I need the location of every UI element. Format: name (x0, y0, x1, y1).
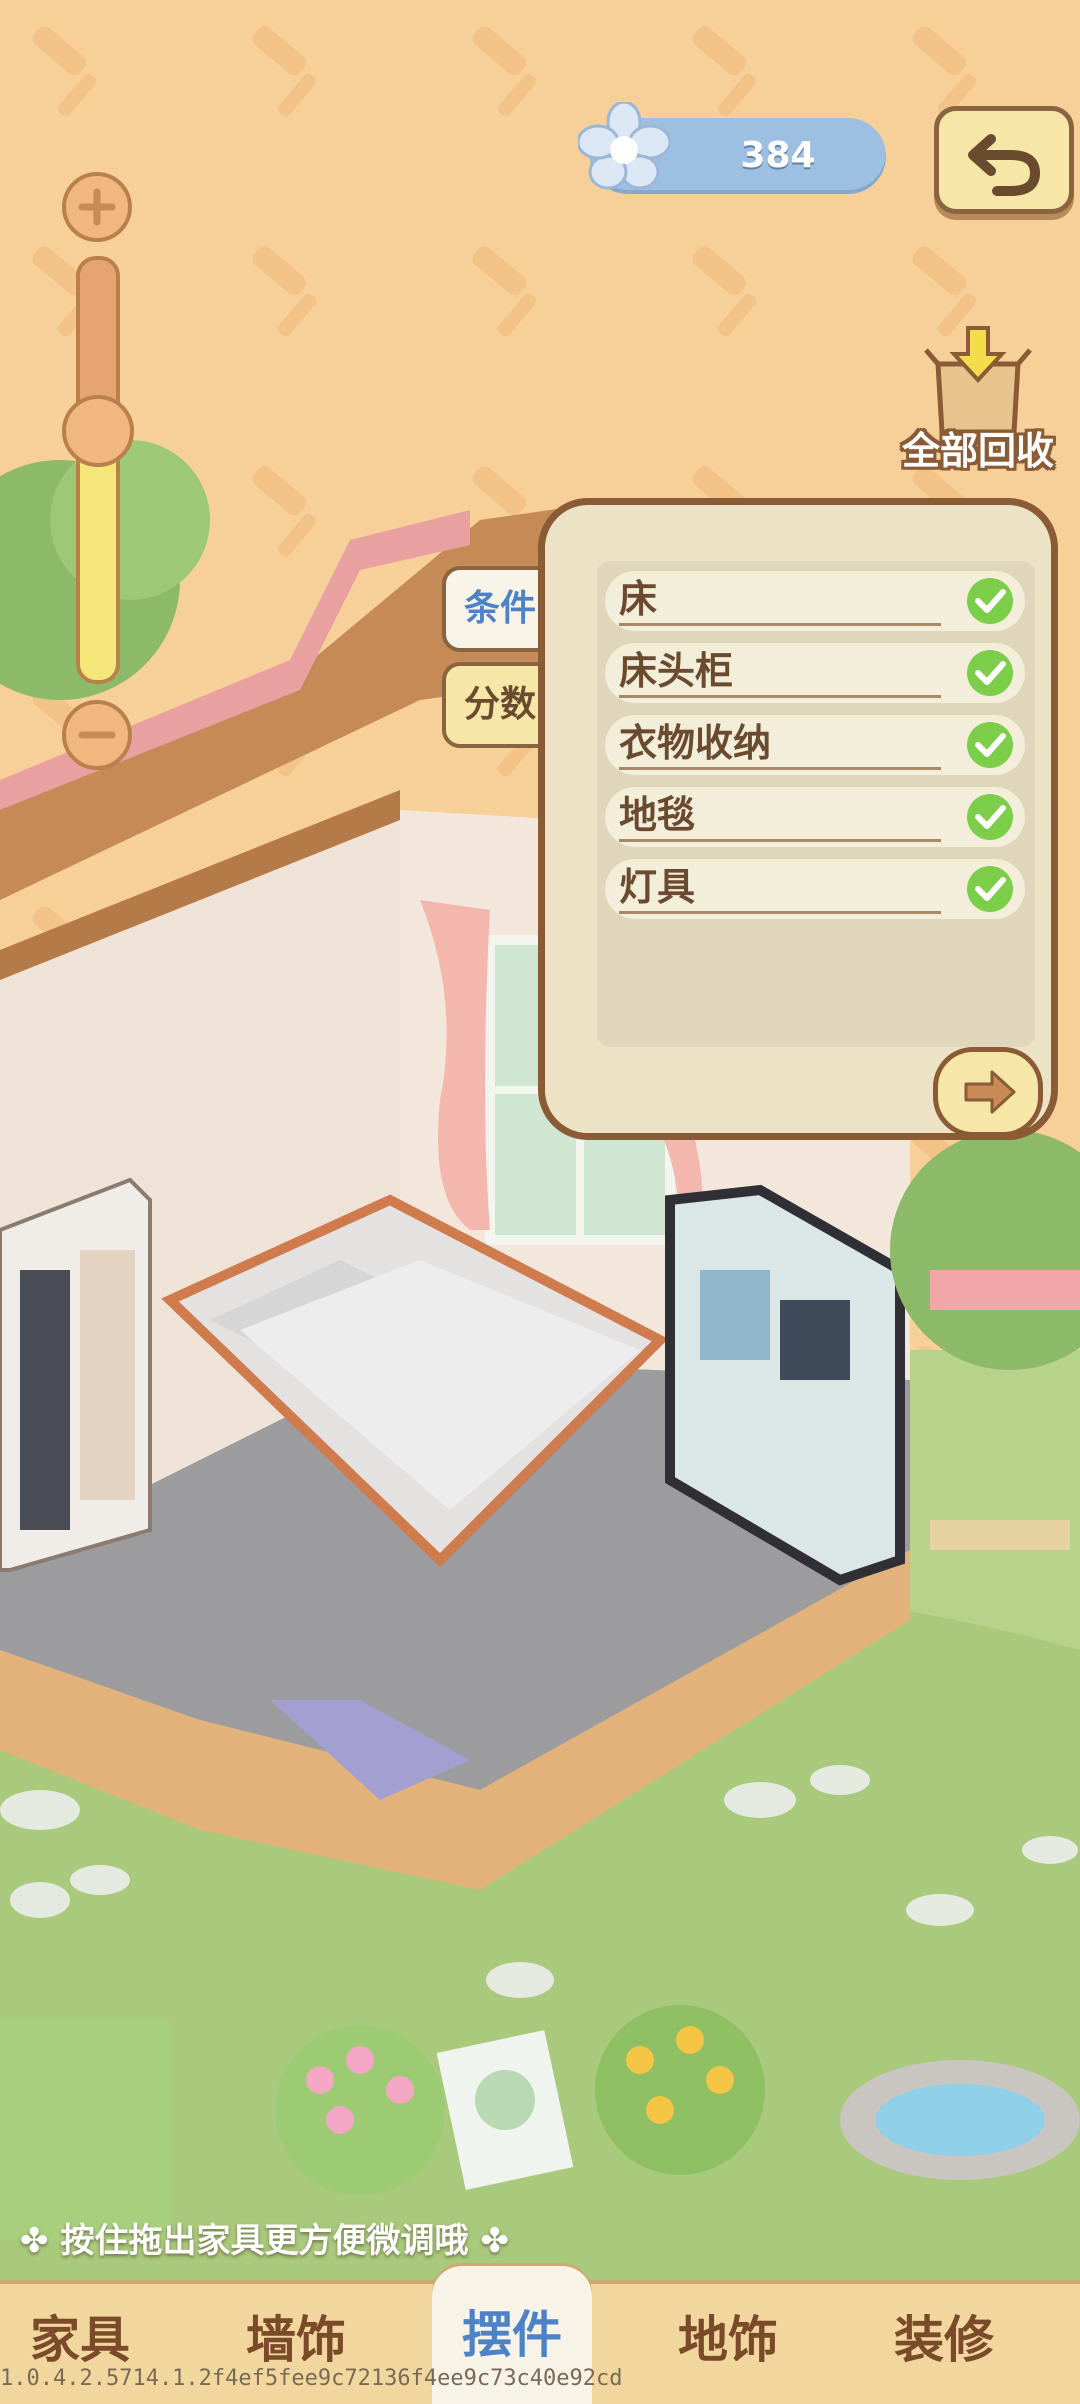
next-button[interactable] (933, 1047, 1043, 1137)
zoom-in-button[interactable] (62, 172, 132, 242)
zoom-handle[interactable] (62, 395, 134, 468)
condition-label: 地毯 (619, 787, 941, 842)
plus-icon (78, 188, 116, 226)
recycle-all-button[interactable]: 全部回收 (888, 324, 1068, 474)
box-icon (924, 326, 1032, 434)
condition-row: 衣物收纳 (605, 715, 1025, 775)
minus-icon (78, 731, 116, 739)
condition-label: 床 (619, 571, 941, 626)
check-icon (967, 650, 1013, 696)
recycle-all-label: 全部回收 (901, 429, 1054, 473)
currency-amount: 384 (740, 135, 816, 176)
check-icon (967, 866, 1013, 912)
flower-icon (578, 102, 670, 190)
check-icon (967, 794, 1013, 840)
undo-icon (968, 134, 1041, 196)
zoom-slider[interactable] (76, 256, 120, 684)
condition-label: 床头柜 (619, 643, 941, 698)
version-string: 1.0.4.2.5714.1.2f4ef5fee9c72136f4ee9c73c… (0, 2366, 623, 2391)
condition-row: 床 (605, 571, 1025, 631)
wardrobe-left (0, 1177, 152, 1572)
hint-text: 按住拖出家具更方便微调哦 (60, 2221, 469, 2261)
condition-label: 灯具 (619, 859, 941, 914)
condition-row: 地毯 (605, 787, 1025, 847)
sparkle-icon: ✤ (20, 2221, 49, 2261)
check-icon (967, 578, 1013, 624)
check-icon (967, 722, 1013, 768)
zoom-out-button[interactable] (62, 700, 132, 770)
drag-hint: ✤ 按住拖出家具更方便微调哦 ✤ (20, 2214, 509, 2268)
condition-label: 衣物收纳 (619, 715, 941, 770)
well (840, 2060, 1080, 2180)
condition-row: 床头柜 (605, 643, 1025, 703)
conditions-panel: 床 床头柜 衣物收纳 地毯 灯具 (538, 498, 1058, 1140)
condition-row: 灯具 (605, 859, 1025, 919)
conditions-list: 床 床头柜 衣物收纳 地毯 灯具 (597, 561, 1035, 1047)
undo-button[interactable] (934, 106, 1074, 214)
arrow-right-icon (964, 1070, 1016, 1114)
tab-floor-decor[interactable]: 地饰 (648, 2284, 808, 2404)
sparkle-icon: ✤ (480, 2221, 510, 2261)
tab-renovation[interactable]: 装修 (864, 2284, 1024, 2404)
